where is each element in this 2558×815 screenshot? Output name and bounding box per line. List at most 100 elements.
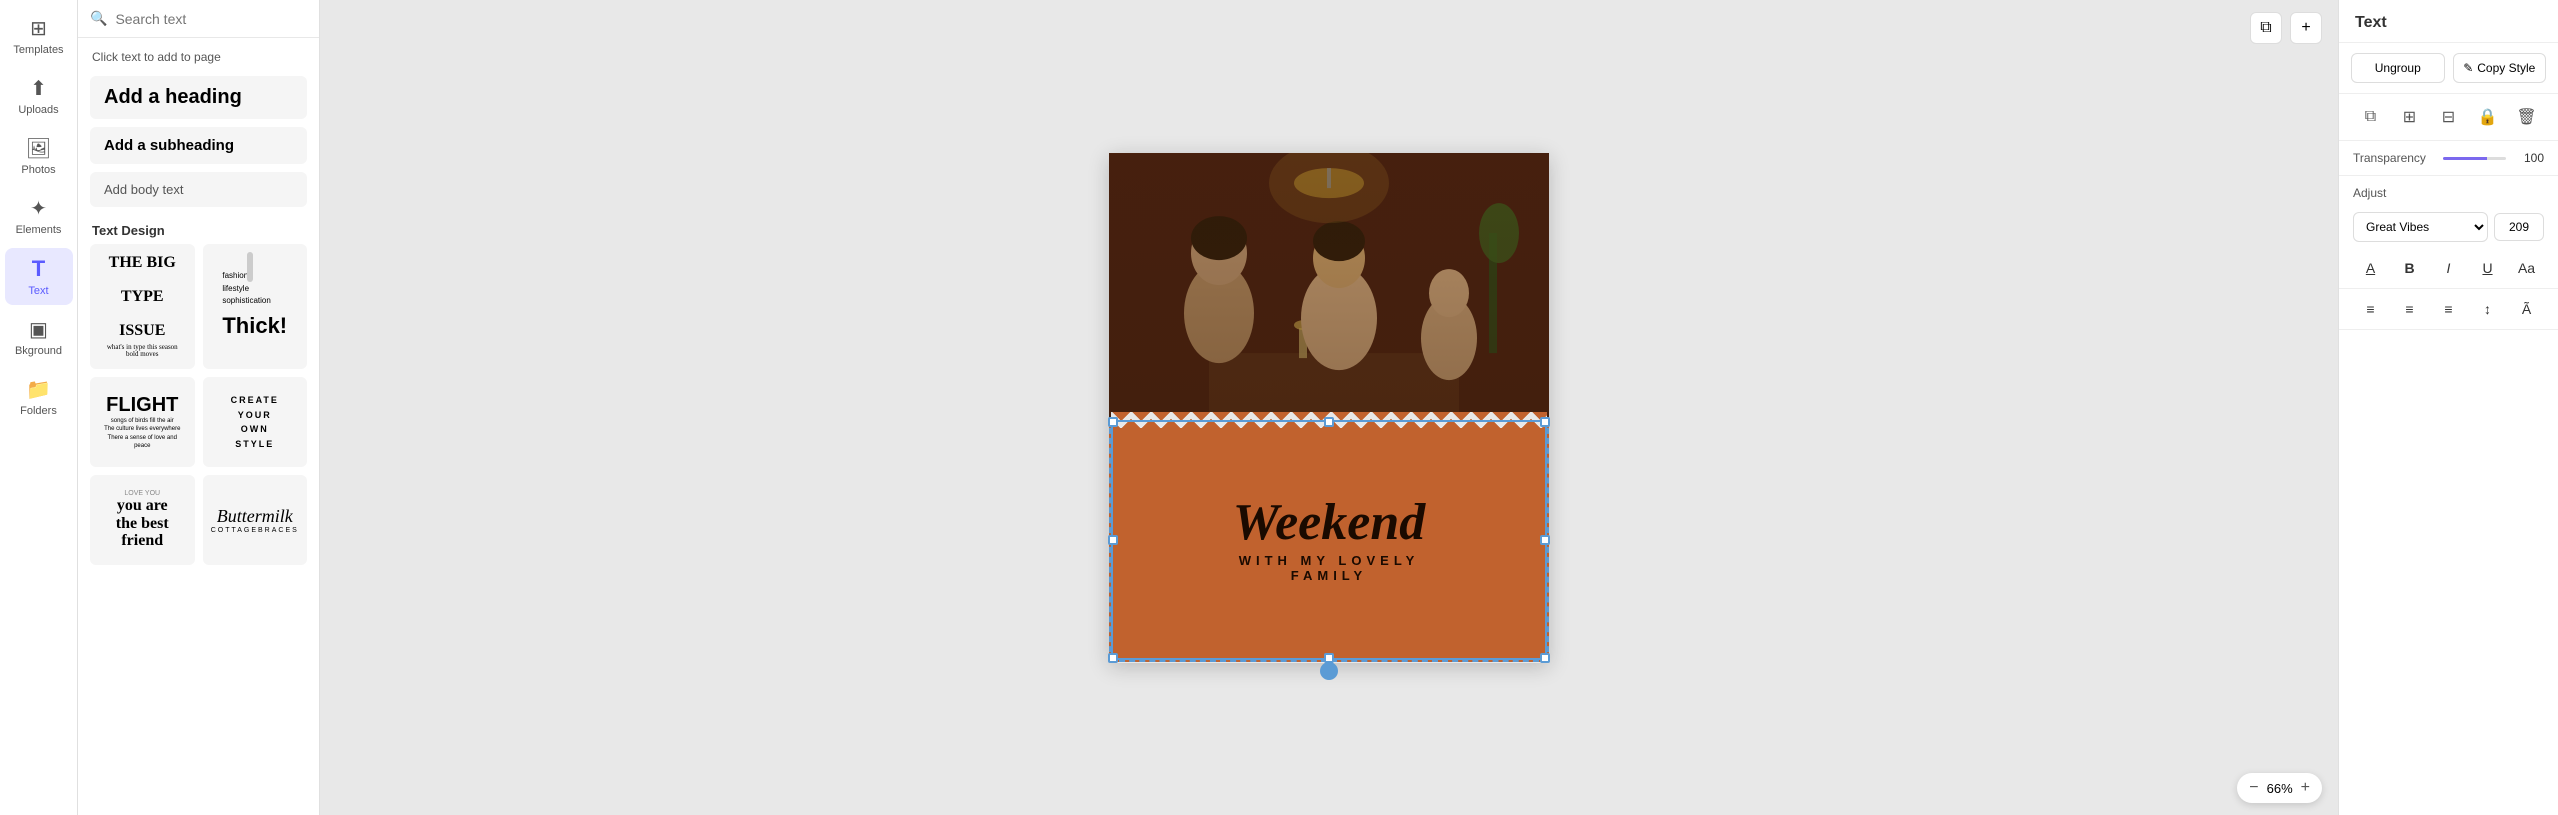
add-subheading-button[interactable]: Add a subheading	[90, 127, 307, 164]
align-row: ≡ ≡ ≡ ↕ Ã	[2339, 289, 2558, 330]
with-my-lovely-text: WITH MY LOVELY	[1239, 553, 1420, 568]
rotate-handle[interactable]	[1320, 662, 1338, 680]
right-sidebar: Text Ungroup ✎ Copy Style ⧉ ⊞ ⊟ 🔒 🗑 Tran…	[2338, 0, 2558, 815]
lock-icon-btn[interactable]: 🔒	[2473, 102, 2503, 132]
copy-style-label: Copy Style	[2477, 61, 2535, 75]
line-height-button[interactable]: ↕	[2474, 295, 2502, 323]
add-page-button[interactable]: +	[2290, 12, 2322, 44]
templates-icon: ⊞	[30, 16, 47, 41]
text-design-label: Text Design	[78, 211, 319, 244]
search-bar: 🔍	[78, 0, 319, 38]
sidebar-item-label: Bkground	[15, 345, 62, 357]
folders-icon: 📁	[26, 377, 51, 402]
search-icon: 🔍	[90, 10, 107, 27]
sidebar-item-templates[interactable]: ⊞ Templates	[5, 8, 73, 64]
align-right-button[interactable]: ≡	[2435, 295, 2463, 323]
adjust-label: Adjust	[2339, 176, 2558, 206]
handle-mid-left[interactable]	[1108, 535, 1118, 545]
align-center-button[interactable]: ≡	[2396, 295, 2424, 323]
buttermilk-text: Buttermilk COTTAGEBRACES	[211, 506, 299, 534]
tools-sidebar: ⊞ Templates ⬆ Uploads 🖼 Photos ✦ Element…	[0, 0, 78, 815]
font-row: Great Vibes	[2339, 206, 2558, 248]
add-heading-button[interactable]: Add a heading	[90, 76, 307, 119]
sidebar-item-label: Uploads	[18, 104, 58, 116]
transparency-row: Transparency 100	[2339, 141, 2558, 176]
handle-mid-right[interactable]	[1540, 535, 1550, 545]
property-icons-row: ⧉ ⊞ ⊟ 🔒 🗑	[2339, 94, 2558, 141]
text-fx-button[interactable]: Ã	[2513, 295, 2541, 323]
design-card-fashion[interactable]: fashionlifestylesophisticationThick!	[203, 244, 308, 369]
format-row: A B I U Aa	[2339, 248, 2558, 289]
text-panel: 🔍 Click text to add to page Add a headin…	[78, 0, 320, 815]
big-type-text: THE BIG TYPE ISSUE what's in type this s…	[107, 254, 178, 359]
sidebar-item-label: Elements	[16, 224, 62, 236]
handle-bot-left[interactable]	[1108, 653, 1118, 663]
copy-style-icon: ✎	[2463, 61, 2473, 75]
canvas-photo-section	[1109, 153, 1549, 418]
delete-icon-btn[interactable]: 🗑	[2512, 102, 2542, 132]
uploads-icon: ⬆	[30, 76, 47, 101]
family-text: FAMILY	[1291, 568, 1367, 583]
handle-top-right[interactable]	[1540, 417, 1550, 427]
sidebar-item-label: Templates	[13, 44, 63, 56]
elements-icon: ✦	[30, 196, 47, 221]
bold-button[interactable]: B	[2396, 254, 2424, 282]
text-tool-icon: T	[32, 256, 45, 282]
transparency-label: Transparency	[2353, 151, 2433, 165]
transparency-value: 100	[2516, 151, 2544, 165]
font-selector[interactable]: Great Vibes	[2353, 212, 2488, 242]
strikethrough-button[interactable]: U	[2474, 254, 2502, 282]
action-row: Ungroup ✎ Copy Style	[2339, 43, 2558, 94]
copy-style-button[interactable]: ✎ Copy Style	[2453, 53, 2547, 83]
search-input[interactable]	[115, 11, 307, 27]
photos-icon: 🖼	[26, 136, 51, 161]
sidebar-item-label: Text	[28, 285, 48, 297]
background-icon: ▣	[29, 317, 48, 342]
sidebar-item-photos[interactable]: 🖼 Photos	[5, 128, 73, 184]
case-button[interactable]: Aa	[2513, 254, 2541, 282]
fashion-type-text: fashionlifestylesophisticationThick!	[222, 270, 287, 344]
underline-button[interactable]: A	[2357, 254, 2385, 282]
handle-bot-right[interactable]	[1540, 653, 1550, 663]
weekend-text: Weekend	[1233, 497, 1426, 549]
zoom-out-button[interactable]: −	[2249, 779, 2258, 797]
italic-button[interactable]: I	[2435, 254, 2463, 282]
best-friend-text: LOVE YOU you arethe bestfriend	[116, 490, 169, 550]
zoom-in-button[interactable]: +	[2301, 779, 2310, 797]
sidebar-item-elements[interactable]: ✦ Elements	[5, 188, 73, 244]
text-design-grid: THE BIG TYPE ISSUE what's in type this s…	[78, 244, 319, 577]
design-card-best-friend[interactable]: LOVE YOU you arethe bestfriend	[90, 475, 195, 565]
scroll-indicator	[247, 252, 253, 282]
layer-icon-btn[interactable]: ⧉	[2356, 102, 2386, 132]
font-size-input[interactable]	[2494, 213, 2544, 241]
transparency-slider[interactable]	[2443, 157, 2506, 160]
sidebar-item-uploads[interactable]: ⬆ Uploads	[5, 68, 73, 124]
main-canvas-area: ⧉ +	[320, 0, 2338, 815]
ungroup-button[interactable]: Ungroup	[2351, 53, 2445, 83]
canvas-text-section[interactable]: Weekend WITH MY LOVELY FAMILY	[1109, 418, 1549, 663]
design-card-flight[interactable]: FLIGHT songs of birds fill the airThe cu…	[90, 377, 195, 467]
canvas-controls: ⧉ +	[2250, 12, 2322, 44]
sidebar-item-label: Photos	[21, 164, 55, 176]
canvas-wrapper: Weekend WITH MY LOVELY FAMILY	[1109, 153, 1549, 663]
handle-top-mid[interactable]	[1324, 417, 1334, 427]
align-left-icon-btn[interactable]: ⊟	[2434, 102, 2464, 132]
design-card-big-type[interactable]: THE BIG TYPE ISSUE what's in type this s…	[90, 244, 195, 369]
duplicate-button[interactable]: ⧉	[2250, 12, 2282, 44]
photo-overlay	[1109, 153, 1549, 418]
align-left-button[interactable]: ≡	[2357, 295, 2385, 323]
handle-top-left[interactable]	[1108, 417, 1118, 427]
create-type-text: CREATEYOUROWNSTYLE	[231, 393, 279, 451]
sidebar-item-label: Folders	[20, 405, 57, 417]
design-card-create[interactable]: CREATEYOUROWNSTYLE	[203, 377, 308, 467]
flight-text: FLIGHT songs of birds fill the airThe cu…	[100, 394, 185, 451]
design-card-buttermilk[interactable]: Buttermilk COTTAGEBRACES	[203, 475, 308, 565]
add-body-button[interactable]: Add body text	[90, 172, 307, 207]
click-hint: Click text to add to page	[78, 38, 319, 72]
zoom-bar: − 66% +	[2237, 773, 2322, 803]
sidebar-item-text[interactable]: T Text	[5, 248, 73, 305]
stack-icon-btn[interactable]: ⊞	[2395, 102, 2425, 132]
zoom-level: 66%	[2267, 781, 2293, 796]
sidebar-item-background[interactable]: ▣ Bkground	[5, 309, 73, 365]
sidebar-item-folders[interactable]: 📁 Folders	[5, 369, 73, 425]
